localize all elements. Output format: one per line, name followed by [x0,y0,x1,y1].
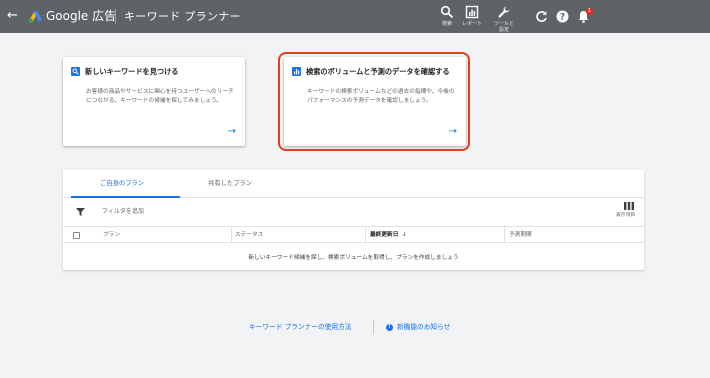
column-plan[interactable]: プラン [103,231,120,239]
columns-label: 表示項目 [616,213,636,218]
empty-state-message: 新しいキーワード候補を探し、検索ボリュームを取得し、プランを作成しましょう [248,255,459,261]
brand-name: Google 広告 [46,9,117,23]
refresh-icon[interactable] [535,10,548,23]
footer-divider [373,320,374,334]
column-status[interactable]: ステータス [235,231,263,239]
topbar-search-label: 検索 [441,21,452,27]
columns-icon[interactable] [624,202,634,210]
bar-chart-icon [292,67,301,76]
card-description: キーワードの検索ボリュームなどの過去の指標や、今後のパフォーマンスの予測データを… [307,89,455,104]
column-divider [504,227,505,243]
wrench-icon [498,6,510,18]
reports-icon [465,5,479,19]
legal-text-cutoff [63,372,644,378]
column-divider [231,227,232,243]
info-icon: ! [386,324,393,331]
sort-arrow-down-icon[interactable]: ↓ [402,231,407,239]
find-keywords-card[interactable]: 新しいキーワードを見つける お客様の商品やサービスに関心を持つユーザーへのリーチ… [63,57,245,146]
card-header: 検索のボリュームと予測のデータを確認する [292,67,450,76]
svg-text:?: ? [560,13,565,23]
card-title: 検索のボリュームと予測のデータを確認する [306,67,450,76]
notification-badge: 1 [586,8,593,15]
column-last-modified[interactable]: 最終更新日 [370,231,398,239]
add-filter-button[interactable]: フィルタを追加 [102,208,144,216]
google-ads-logo [28,10,42,23]
top-app-bar: ← Google 広告 キーワード プランナー 検索 レポート ツールと設定 ?… [0,0,710,33]
topbar-tools-label: ツールと設定 [493,21,514,33]
plans-panel: ご自身のプラン 共有したプラン フィルタを追加 表示項目 プラン ステータス 最… [63,170,644,270]
card-description: お客様の商品やサービスに関心を持つユーザーへのリーチにつながる、キーワードの候補… [86,89,234,104]
filter-icon[interactable] [76,208,85,216]
arrow-right-icon[interactable]: → [228,127,236,137]
select-all-checkbox[interactable] [73,232,80,239]
card-title: 新しいキーワードを見つける [85,67,179,76]
forecast-card[interactable]: 検索のボリュームと予測のデータを確認する キーワードの検索ボリュームなどの過去の… [284,57,466,146]
search-icon [71,67,80,76]
column-divider [365,227,366,243]
arrow-right-icon[interactable]: → [449,127,457,137]
page-title: キーワード プランナー [124,10,241,23]
title-divider [115,9,116,24]
tab-your-plans[interactable]: ご自身のプラン [100,180,144,188]
help-icon[interactable]: ? [556,10,569,23]
back-arrow-icon[interactable]: ← [7,8,21,24]
how-to-use-link[interactable]: キーワード プランナーの使用方法 [249,323,351,332]
tab-shared-plans[interactable]: 共有したプラン [208,180,252,188]
active-tab-indicator [71,196,180,198]
topbar-reports-label: レポート [461,21,482,27]
whats-new-link[interactable]: 新機能のお知らせ [397,323,450,332]
table-header: プラン ステータス 最終更新日 ↓ 予測期間 [63,226,644,243]
column-forecast-period[interactable]: 予測期間 [509,231,532,239]
topbar-tools-button[interactable]: ツールと設定 [489,5,519,33]
search-icon [440,5,454,19]
card-header: 新しいキーワードを見つける [71,67,178,76]
topbar-reports-button[interactable]: レポート [457,5,487,27]
plans-tabs: ご自身のプラン 共有したプラン [63,170,644,198]
